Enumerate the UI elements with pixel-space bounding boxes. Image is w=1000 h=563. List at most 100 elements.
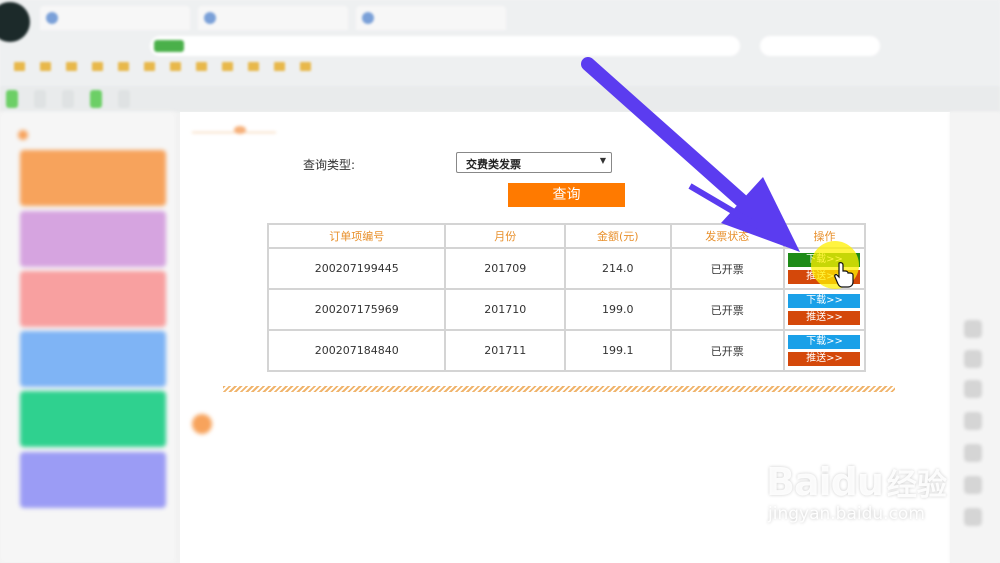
rail-tool-icon[interactable] [964,380,982,398]
right-tool-rail [950,112,1000,563]
folder-icon [92,62,103,71]
site-nav-item[interactable] [118,90,130,108]
section-bullet-icon [192,414,212,434]
folder-icon [300,62,311,71]
striped-divider [223,386,895,392]
query-type-select[interactable]: 交费类发票 ▼ [456,152,612,173]
actions-cell: 下载>> 推送>> [782,329,867,372]
sidebar-card[interactable] [20,211,166,267]
site-nav-item[interactable] [62,90,74,108]
browser-tab-2[interactable] [198,6,348,30]
month-cell: 201710 [444,288,566,331]
bookmark-item[interactable] [222,62,236,71]
tab-favicon-icon [362,12,374,24]
sidebar-card[interactable] [20,452,166,508]
site-nav-item[interactable] [34,90,46,108]
status-cell: 已开票 [669,247,785,290]
sidebar-heading [18,130,34,140]
browser-search-box[interactable] [760,36,880,56]
site-nav-item[interactable] [90,90,102,108]
table-row: 200207184840 201711 199.1 已开票 下载>> 推送>> [266,329,867,372]
bullet-icon [18,130,28,140]
folder-icon [274,62,285,71]
bookmark-item[interactable] [14,62,28,71]
rail-tool-icon[interactable] [964,320,982,338]
site-nav-bar [0,86,1000,112]
folder-icon [248,62,259,71]
query-type-label: 查询类型: [303,158,356,172]
rail-tool-icon[interactable] [964,508,982,526]
bookmark-item[interactable] [92,62,106,71]
amount-cell: 199.0 [564,288,672,331]
col-actions: 操作 [782,223,867,249]
folder-icon [66,62,77,71]
invoice-table: 订单项编号 月份 金额(元) 发票状态 操作 200207199445 2017… [266,223,867,372]
browser-chrome [0,0,1000,112]
bookmark-item[interactable] [66,62,80,71]
sidebar-card[interactable] [20,331,166,387]
col-invoice-status: 发票状态 [669,223,785,249]
folder-icon [144,62,155,71]
amount-cell: 199.1 [564,329,672,372]
push-button[interactable]: 推送>> [788,311,861,325]
query-button[interactable]: 查询 [508,183,625,207]
tab-bar [40,6,506,32]
col-order-id: 订单项编号 [266,223,447,249]
month-cell: 201709 [444,247,566,290]
folder-icon [118,62,129,71]
folder-icon [222,62,233,71]
tab-favicon-icon [204,12,216,24]
bookmark-item[interactable] [118,62,132,71]
status-cell: 已开票 [669,288,785,331]
order-id-cell: 200207199445 [266,247,447,290]
bookmark-item[interactable] [274,62,288,71]
bookmark-item[interactable] [248,62,262,71]
bookmark-item[interactable] [300,62,314,71]
download-button[interactable]: 下载>> [788,335,861,349]
triangle-down-icon: ▼ [599,156,606,165]
secure-lock-icon [154,40,184,52]
sidebar-card[interactable] [20,391,166,447]
status-cell: 已开票 [669,329,785,372]
rail-tool-icon[interactable] [964,476,982,494]
push-button[interactable]: 推送>> [788,352,861,366]
bookmark-item[interactable] [196,62,210,71]
sidebar-card[interactable] [20,150,166,206]
bookmark-item[interactable] [170,62,184,71]
amount-cell: 214.0 [564,247,672,290]
query-type-value: 交费类发票 [466,158,521,171]
push-button[interactable]: 推送>> [788,270,861,284]
month-cell: 201711 [444,329,566,372]
folder-icon [170,62,181,71]
rail-tool-icon[interactable] [964,444,982,462]
browser-tab-1[interactable] [40,6,190,30]
actions-cell: 下载>> 推送>> [782,288,867,331]
col-month: 月份 [444,223,566,249]
col-amount: 金额(元) [564,223,672,249]
sidebar-card[interactable] [20,271,166,327]
section-decoration [192,124,276,136]
left-sidebar [0,112,175,563]
table-row: 200207175969 201710 199.0 已开票 下载>> 推送>> [266,288,867,331]
bookmarks-bar [14,62,314,71]
table-row: 200207199445 201709 214.0 已开票 下载>> 推送>> [266,247,867,290]
browser-tab-3[interactable] [356,6,506,30]
browser-logo-icon [0,2,30,42]
folder-icon [14,62,25,71]
download-button[interactable]: 下载>> [788,253,861,267]
order-id-cell: 200207184840 [266,329,447,372]
rail-tool-icon[interactable] [964,412,982,430]
main-content: 查询类型: 交费类发票 ▼ 查询 订单项编号 月份 金额(元) 发票状态 操作 … [180,112,950,563]
site-nav-item[interactable] [6,90,18,108]
actions-cell: 下载>> 推送>> [782,247,867,290]
download-button[interactable]: 下载>> [788,294,861,308]
folder-icon [196,62,207,71]
table-header-row: 订单项编号 月份 金额(元) 发票状态 操作 [266,223,867,249]
address-bar[interactable] [150,36,740,56]
order-id-cell: 200207175969 [266,288,447,331]
bookmark-item[interactable] [144,62,158,71]
rail-tool-icon[interactable] [964,350,982,368]
tab-favicon-icon [46,12,58,24]
bookmark-item[interactable] [40,62,54,71]
folder-icon [40,62,51,71]
